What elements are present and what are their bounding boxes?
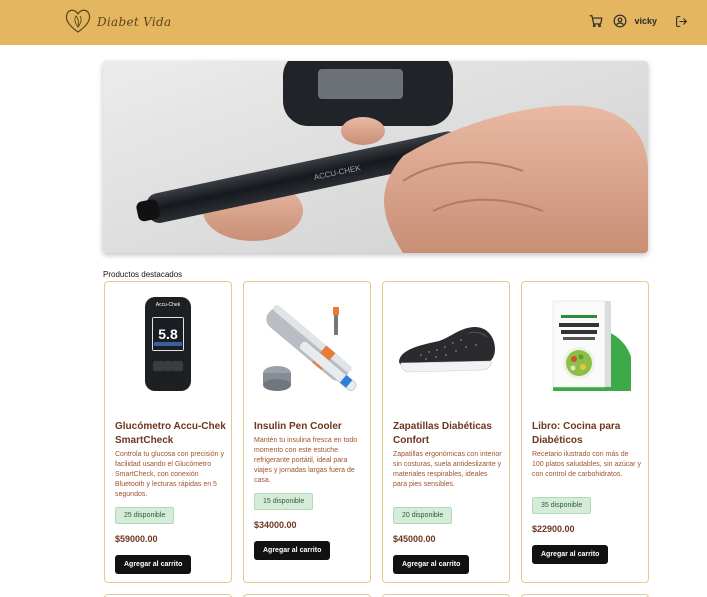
user-name[interactable]: vicky <box>634 16 657 26</box>
product-price: $22900.00 <box>532 524 575 534</box>
brand-logo[interactable]: Diabet Vida <box>63 7 171 37</box>
add-to-cart-button[interactable]: Agregar al carrito <box>393 555 470 574</box>
product-title[interactable]: Libro: Cocina para Diabéticos <box>532 420 644 448</box>
product-card: Zapatillas Diabéticas Confort Zapatillas… <box>382 281 510 583</box>
product-image-diabetic-shoes <box>383 290 509 400</box>
product-price: $59000.00 <box>115 534 158 544</box>
stock-badge: 20 disponible <box>393 507 453 524</box>
section-title: Productos destacados <box>103 270 183 279</box>
product-description: Controla tu glucosa con precisión y faci… <box>115 451 224 498</box>
user-circle-icon[interactable] <box>612 13 628 29</box>
product-card: Accu-Chek 5.8 Glucómetro Accu-Chek Smart… <box>104 281 232 583</box>
nav-actions: vicky <box>588 13 689 29</box>
cart-icon[interactable] <box>588 13 604 29</box>
hero-image: ACCU-CHEK <box>103 61 648 253</box>
hero-banner: ACCU-CHEK <box>103 61 648 253</box>
product-image-cookbook <box>522 290 648 400</box>
product-description: Zapatillas ergonómicas con interior sin … <box>393 451 502 488</box>
product-image-glucometer: Accu-Chek 5.8 <box>105 290 231 400</box>
product-price: $34000.00 <box>254 520 297 530</box>
product-price: $45000.00 <box>393 534 436 544</box>
product-card: Insulin Pen Cooler Mantén tu insulina fr… <box>243 281 371 583</box>
add-to-cart-button[interactable]: Agregar al carrito <box>115 555 192 574</box>
device-reading: 5.8 <box>158 326 178 342</box>
brand-name: Diabet Vida <box>97 15 172 29</box>
stock-badge: 35 disponible <box>532 497 592 514</box>
top-navbar: Diabet Vida vicky <box>0 0 707 45</box>
stock-badge: 15 disponible <box>254 493 314 510</box>
product-description: Mantén tu insulina fresca en todo moment… <box>254 437 358 484</box>
product-card: Libro: Cocina para Diabéticos Recetario … <box>521 281 649 583</box>
stock-badge: 25 disponible <box>115 507 175 524</box>
add-to-cart-button[interactable]: Agregar al carrito <box>532 545 609 564</box>
product-description: Recetario ilustrado con más de 100 plato… <box>532 451 641 478</box>
add-to-cart-button[interactable]: Agregar al carrito <box>254 541 331 560</box>
product-image-insulin-pen-cooler <box>244 290 370 400</box>
device-label: Accu-Chek <box>156 302 181 308</box>
leaf-heart-logo-icon <box>63 5 93 40</box>
product-title[interactable]: Zapatillas Diabéticas Confort <box>393 420 505 448</box>
product-title[interactable]: Insulin Pen Cooler <box>254 420 366 434</box>
logout-icon[interactable] <box>673 13 689 29</box>
product-title[interactable]: Glucómetro Accu-Chek SmartCheck <box>115 420 227 448</box>
